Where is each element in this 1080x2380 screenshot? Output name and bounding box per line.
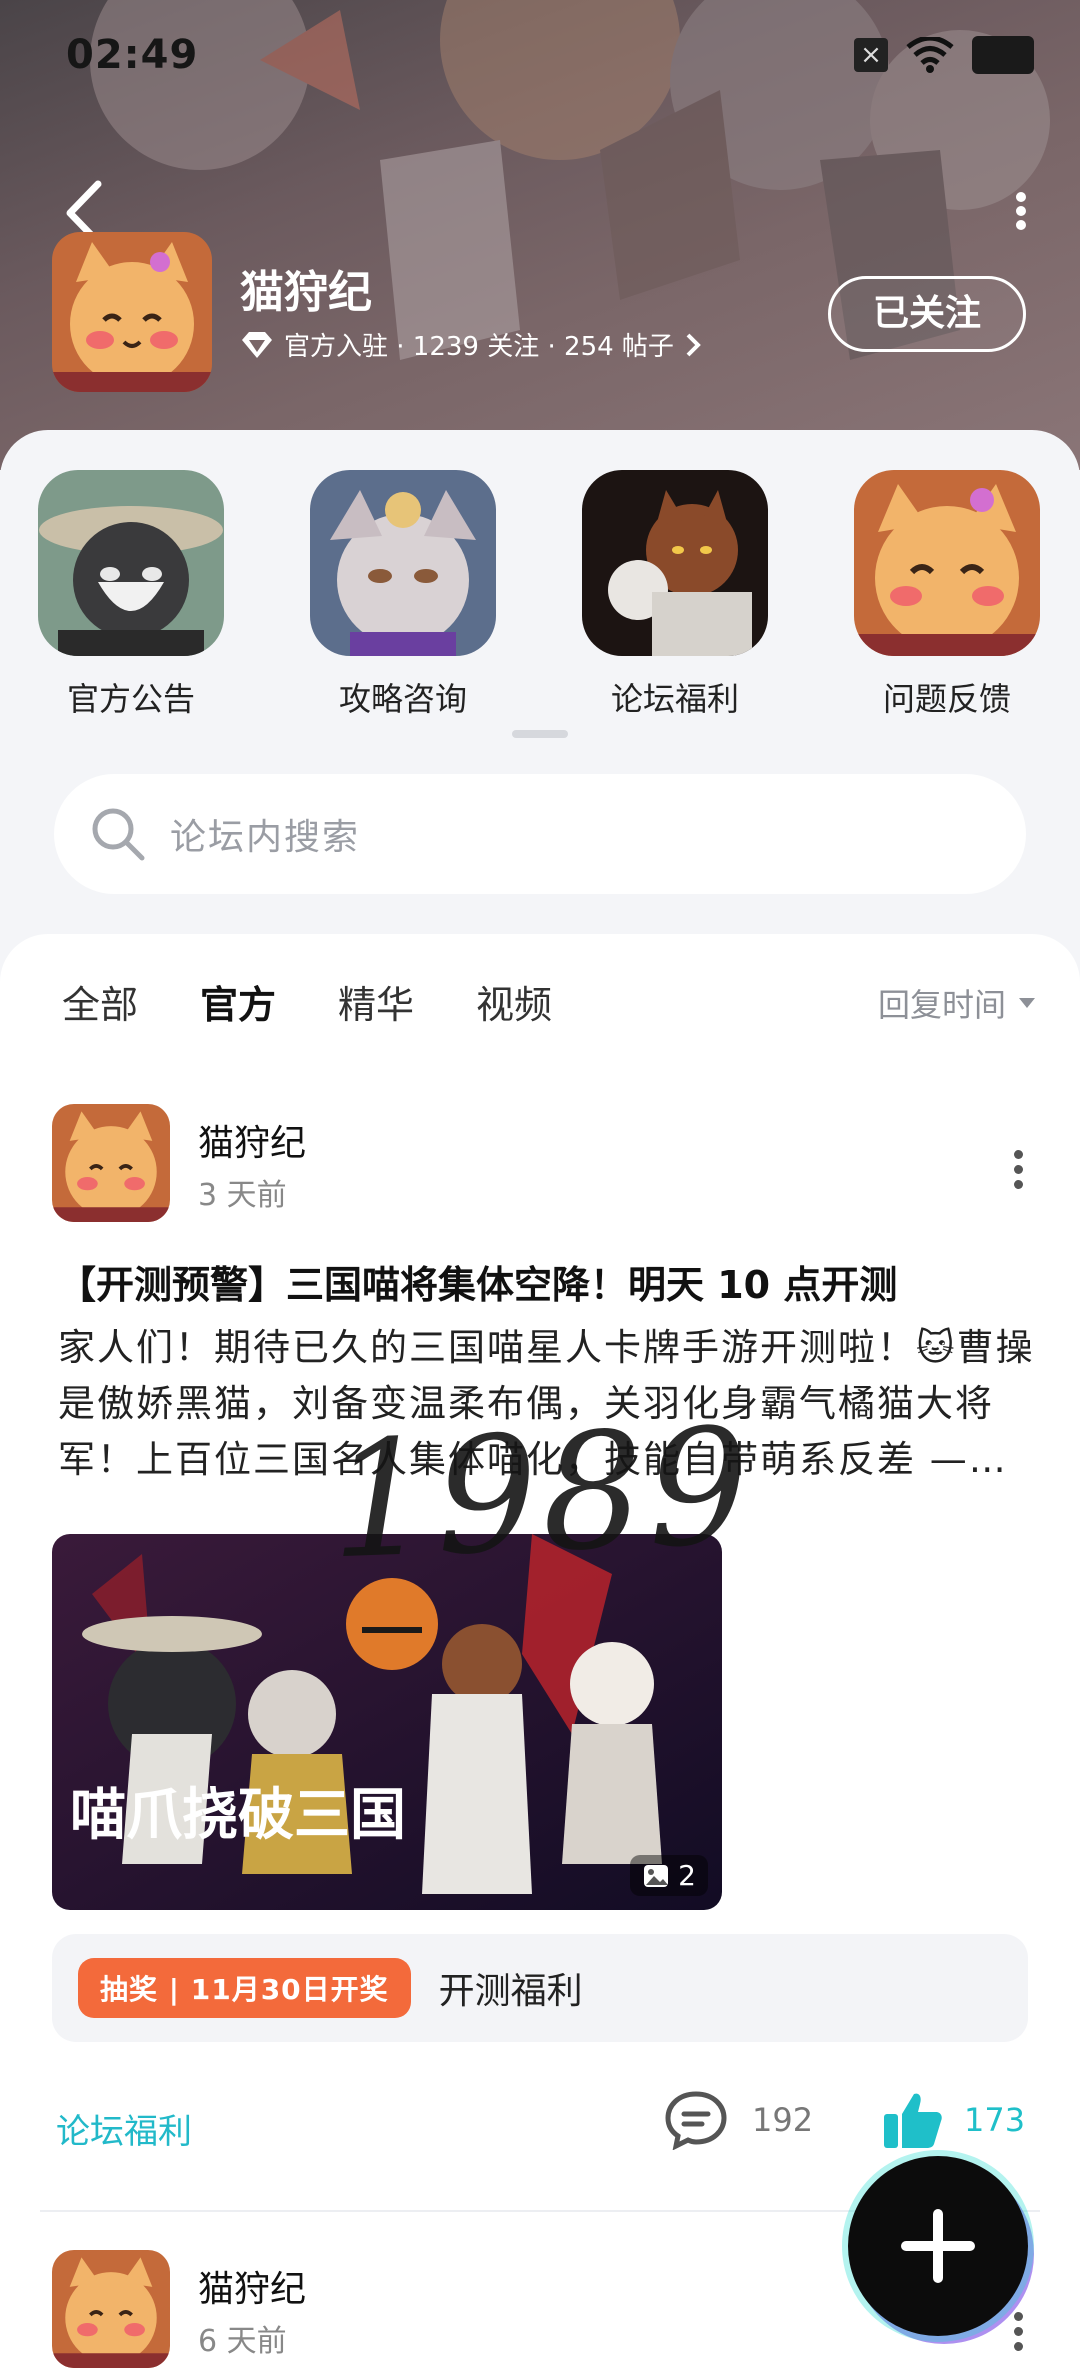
post-title[interactable]: 【开测预警】三国喵将集体空降！明天 10 点开测 xyxy=(58,1254,1028,1309)
post-author-avatar[interactable] xyxy=(52,1104,170,1222)
post-category-link[interactable]: 论坛福利 xyxy=(56,2104,192,2153)
image-count-badge: 2 xyxy=(630,1855,708,1896)
lottery-tag: 抽奖 | 11月30日开奖 xyxy=(78,1958,411,2018)
shortcut-grid: 官方公告 攻略咨询 论坛福利 问题反馈 xyxy=(0,470,1080,730)
lottery-card[interactable]: 抽奖 | 11月30日开奖 开测福利 xyxy=(52,1934,1028,2042)
thumbs-up-icon xyxy=(884,2093,942,2148)
like-count: 173 xyxy=(964,2101,1026,2139)
like-button[interactable]: 173 xyxy=(880,2088,1025,2152)
caret-down-icon xyxy=(1019,998,1035,1008)
tab-featured[interactable]: 精华 xyxy=(338,974,414,1029)
no-sim-icon: × xyxy=(854,38,888,72)
search-placeholder: 论坛内搜索 xyxy=(170,817,361,858)
shortcut-label: 官方公告 xyxy=(66,680,195,718)
post-author-avatar[interactable] xyxy=(52,2250,170,2368)
feed-tabs: 全部 官方 精华 视频 xyxy=(62,974,552,1035)
post-timestamp: 3 天前 xyxy=(198,1178,287,1213)
post-more-icon[interactable] xyxy=(1008,1144,1028,1195)
post-author-name[interactable]: 猫狩纪 xyxy=(198,2260,306,2312)
sort-label: 回复时间 xyxy=(877,986,1006,1024)
forum-header: 02:49 × 猫狩纪 官方入驻 · 1239 关注 · 254 帖子 已关注 xyxy=(0,0,1080,470)
image-count: 2 xyxy=(678,1859,696,1892)
shortcut-thumbnail xyxy=(38,470,224,656)
shortcut-label: 问题反馈 xyxy=(882,680,1011,718)
followed-button[interactable]: 已关注 xyxy=(828,276,1026,352)
post-excerpt[interactable]: 家人们！期待已久的三国喵星人卡牌手游开测啦！🐱曹操是傲娇黑猫，刘备变温柔布偶，关… xyxy=(58,1320,1038,1488)
post-timestamp: 6 天前 xyxy=(198,2324,287,2359)
status-time: 02:49 xyxy=(66,32,199,78)
sheet-drag-handle[interactable] xyxy=(512,730,568,738)
tab-official[interactable]: 官方 xyxy=(200,974,276,1035)
forum-title: 猫狩纪 xyxy=(240,267,372,318)
shortcut-thumbnail xyxy=(854,470,1040,656)
forum-meta[interactable]: 官方入驻 · 1239 关注 · 254 帖子 xyxy=(240,326,702,363)
comment-count: 192 xyxy=(752,2101,814,2139)
post-image-title: 喵爪挠破三国 xyxy=(70,1782,406,1848)
tab-all[interactable]: 全部 xyxy=(62,974,138,1029)
shortcut-thumbnail xyxy=(582,470,768,656)
forum-meta-text: 官方入驻 · 1239 关注 · 254 帖子 xyxy=(284,332,674,362)
search-icon xyxy=(92,808,145,861)
diamond-badge-icon xyxy=(242,331,272,358)
more-options-icon[interactable] xyxy=(1006,188,1036,248)
lottery-text: 开测福利 xyxy=(438,1971,583,2012)
forum-search-bar[interactable]: 论坛内搜索 xyxy=(54,774,1026,894)
post-author-name[interactable]: 猫狩纪 xyxy=(198,1114,306,1166)
gallery-icon xyxy=(644,1864,669,1887)
plus-icon xyxy=(901,2209,975,2283)
shortcut-feedback[interactable]: 问题反馈 xyxy=(854,470,1040,720)
comment-icon xyxy=(665,2091,727,2150)
shortcut-thumbnail xyxy=(310,470,496,656)
tab-video[interactable]: 视频 xyxy=(476,974,552,1029)
post-image[interactable]: 喵爪挠破三国 2 xyxy=(52,1534,722,1910)
shortcut-strategy-consult[interactable]: 攻略咨询 xyxy=(310,470,496,720)
status-bar: 02:49 × xyxy=(0,0,1080,110)
forum-avatar[interactable] xyxy=(52,232,212,392)
sort-dropdown[interactable]: 回复时间 xyxy=(878,980,1036,1026)
shortcut-official-announcement[interactable]: 官方公告 xyxy=(38,470,224,720)
battery-icon xyxy=(972,36,1034,74)
comment-button[interactable]: 192 xyxy=(664,2090,813,2150)
chevron-right-icon xyxy=(686,333,701,356)
shortcut-forum-welfare[interactable]: 论坛福利 xyxy=(582,470,768,720)
shortcut-label: 论坛福利 xyxy=(610,680,739,718)
wifi-icon xyxy=(906,37,954,73)
status-icons: × xyxy=(854,36,1034,74)
create-post-button[interactable] xyxy=(848,2156,1028,2336)
post-more-icon[interactable] xyxy=(1008,2306,1028,2357)
shortcut-label: 攻略咨询 xyxy=(338,680,467,718)
